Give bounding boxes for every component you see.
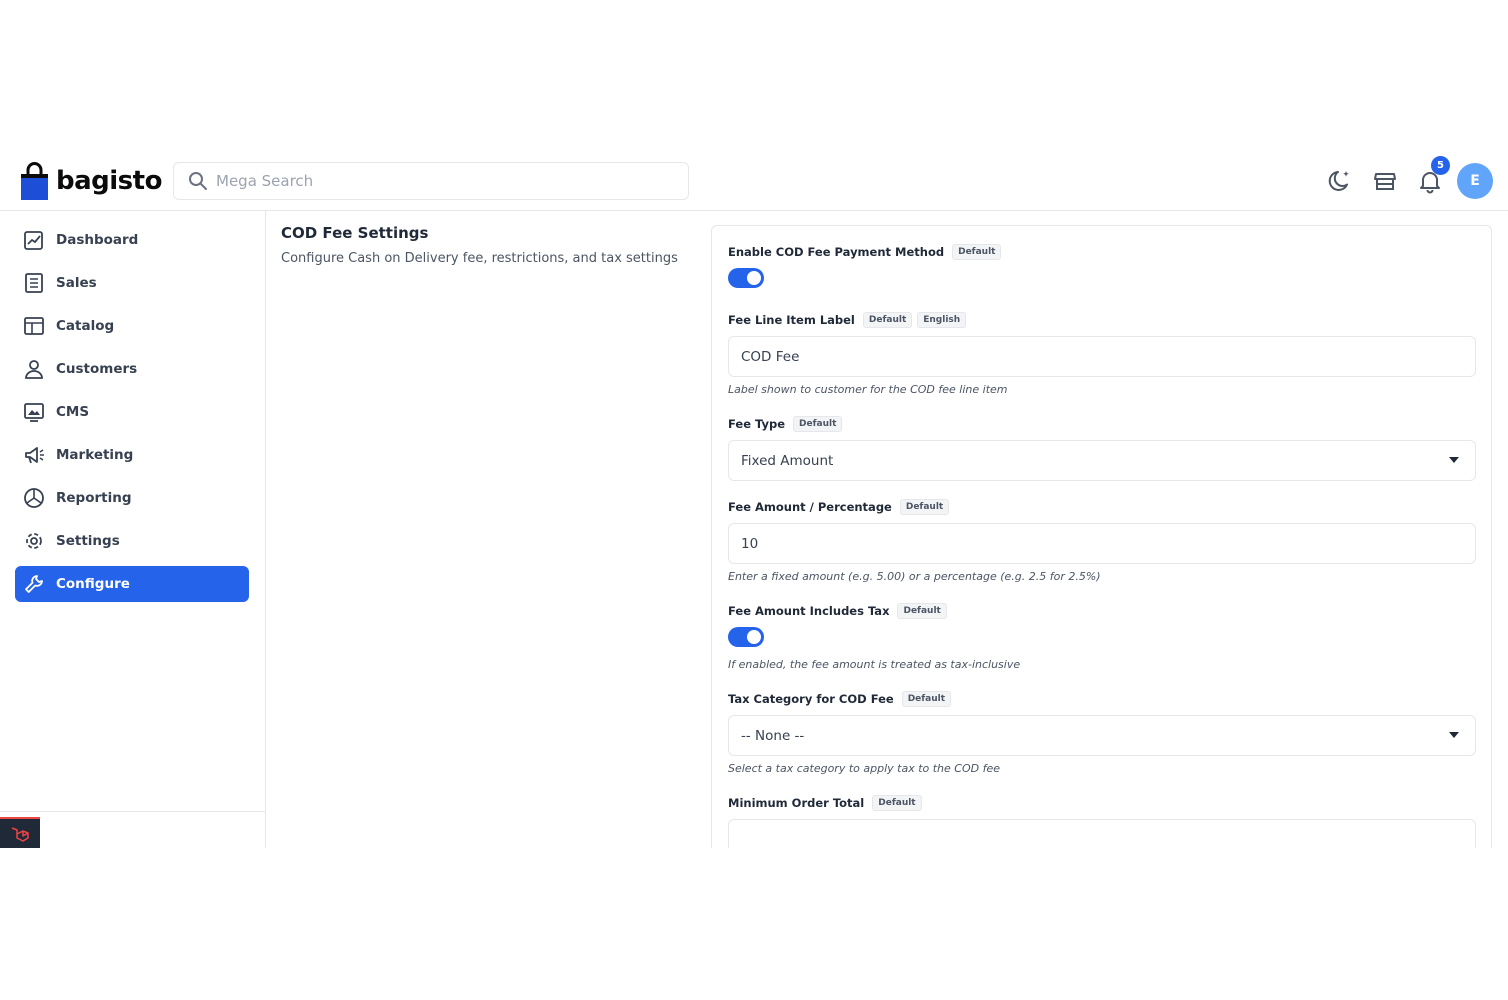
sidebar-item-reporting[interactable]: Reporting (15, 480, 249, 516)
sidebar-item-customers[interactable]: Customers (15, 351, 249, 387)
sidebar-item-dashboard[interactable]: Dashboard (15, 222, 249, 258)
sidebar-item-label: CMS (56, 404, 90, 420)
tax-category-label: Tax Category for COD Fee Default (728, 691, 952, 707)
scope-badge: Default (899, 499, 950, 515)
field-label-text: Fee Line Item Label (728, 313, 855, 327)
bagisto-logo[interactable]: bagisto (20, 162, 162, 200)
scope-badge: Default (862, 312, 913, 328)
sidebar-item-label: Catalog (56, 318, 115, 334)
field-label-text: Enable COD Fee Payment Method (728, 245, 945, 259)
shopping-bag-logo-icon (21, 162, 48, 200)
field-label-text: Fee Amount Includes Tax (728, 604, 890, 618)
catalog-icon (24, 317, 44, 335)
app-viewport: bagisto 5 E Dashboard (0, 150, 1508, 848)
notification-count-badge: 5 (1431, 156, 1450, 175)
field-label-text: Fee Type (728, 417, 786, 431)
dark-mode-toggle-icon[interactable] (1327, 168, 1353, 194)
sidebar-item-settings[interactable]: Settings (15, 523, 249, 559)
sales-icon (25, 273, 43, 293)
mega-search-bar[interactable] (173, 162, 689, 200)
tax-category-help: Select a tax category to apply tax to th… (728, 762, 1001, 775)
debugbar-toggle[interactable] (0, 817, 40, 848)
sidebar-item-label: Sales (56, 275, 97, 291)
select-value: Fixed Amount (741, 452, 834, 469)
laravel-logo-icon (11, 826, 29, 842)
locale-badge: English (917, 312, 967, 328)
storefront-icon[interactable] (1372, 168, 1398, 194)
dashboard-icon (24, 231, 43, 250)
gear-icon (26, 533, 42, 549)
cms-icon (24, 403, 44, 422)
includes-tax-toggle[interactable] (728, 627, 764, 647)
chevron-down-icon (1449, 457, 1459, 463)
fee-line-item-help: Label shown to customer for the COD fee … (728, 383, 1008, 396)
sidebar-item-sales[interactable]: Sales (15, 265, 249, 301)
fee-type-label: Fee Type Default (728, 416, 843, 432)
fee-amount-help: Enter a fixed amount (e.g. 5.00) or a pe… (728, 570, 1101, 583)
enable-cod-label: Enable COD Fee Payment Method Default (728, 244, 1002, 260)
search-input[interactable] (216, 172, 656, 190)
scope-badge: Default (952, 244, 1002, 260)
pie-chart-icon (24, 488, 44, 508)
logo-text: bagisto (56, 166, 162, 196)
search-icon (189, 172, 207, 190)
top-header: bagisto 5 E (0, 150, 1508, 211)
sidebar-item-label: Dashboard (56, 232, 139, 248)
megaphone-icon (25, 447, 44, 464)
wrench-icon (25, 575, 43, 593)
sidebar-item-marketing[interactable]: Marketing (15, 437, 249, 473)
sidebar-item-label: Customers (56, 361, 138, 377)
scope-badge: Default (897, 603, 947, 619)
scope-badge: Default (872, 795, 922, 811)
sidebar-item-label: Settings (56, 533, 120, 549)
sidebar-item-label: Marketing (56, 447, 134, 463)
includes-tax-label: Fee Amount Includes Tax Default (728, 603, 947, 619)
tax-category-select[interactable]: -- None -- (728, 715, 1476, 756)
sidebar-item-label: Reporting (56, 490, 132, 506)
sidebar-item-catalog[interactable]: Catalog (15, 308, 249, 344)
settings-form-panel: Enable COD Fee Payment Method Default Fe… (711, 225, 1492, 848)
scope-badge: Default (793, 416, 843, 432)
sidebar-item-cms[interactable]: CMS (15, 394, 249, 430)
sidebar-item-label: Configure (56, 576, 130, 592)
field-label-text: Fee Amount / Percentage (728, 500, 892, 514)
fee-amount-label: Fee Amount / Percentage Default (728, 499, 950, 515)
select-value: -- None -- (741, 727, 805, 744)
customers-icon (25, 360, 43, 379)
field-label-text: Minimum Order Total (728, 796, 865, 810)
fee-amount-input[interactable] (728, 523, 1476, 564)
fee-line-item-label: Fee Line Item Label Default English (728, 312, 967, 328)
sidebar-divider (0, 811, 265, 812)
fee-type-select[interactable]: Fixed Amount (728, 440, 1476, 481)
includes-tax-help: If enabled, the fee amount is treated as… (728, 658, 1021, 671)
chevron-down-icon (1449, 732, 1459, 738)
sidebar-item-configure[interactable]: Configure (15, 566, 249, 602)
page-description: Configure Cash on Delivery fee, restrict… (281, 251, 678, 266)
sidebar: Dashboard Sales Catalog Customers CMS Ma… (0, 211, 266, 848)
enable-cod-toggle[interactable] (728, 268, 764, 288)
fee-line-item-input[interactable] (728, 336, 1476, 377)
minimum-order-label: Minimum Order Total Default (728, 795, 922, 811)
field-label-text: Tax Category for COD Fee (728, 692, 894, 706)
user-avatar[interactable]: E (1457, 163, 1493, 199)
scope-badge: Default (901, 691, 952, 707)
minimum-order-input[interactable] (728, 819, 1476, 848)
page-title: COD Fee Settings (281, 224, 429, 242)
